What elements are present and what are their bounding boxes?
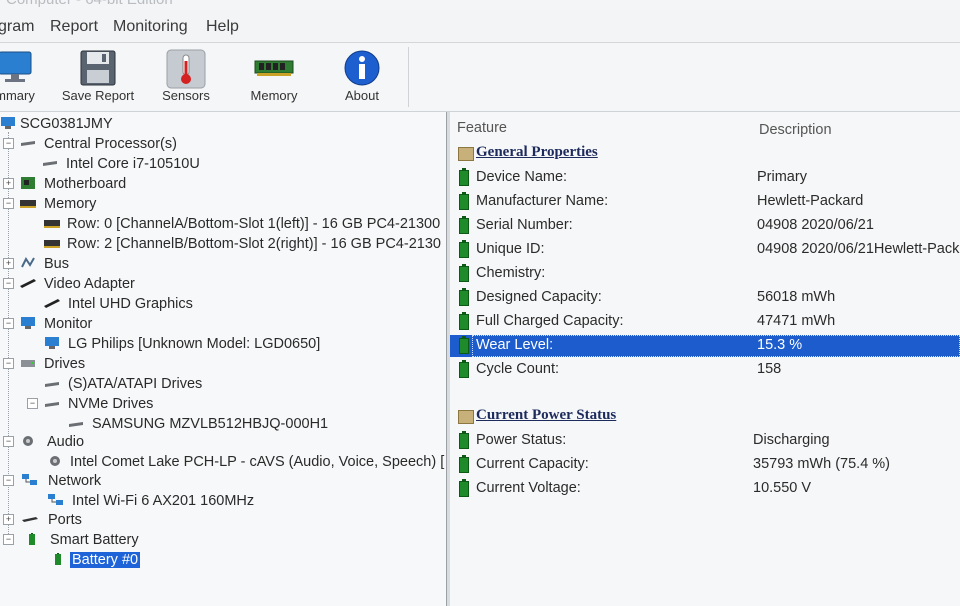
section-general-properties: General Properties: [450, 143, 960, 165]
battery-icon: [459, 288, 469, 306]
collapse-icon[interactable]: −: [27, 398, 38, 409]
battery-icon: [459, 240, 469, 258]
save-report-label: Save Report: [61, 88, 135, 103]
section-current-power-status: Current Power Status: [450, 406, 960, 428]
menu-monitoring[interactable]: Monitoring: [113, 18, 188, 36]
collapse-icon[interactable]: −: [3, 475, 14, 486]
detail-row-current-capacity[interactable]: Current Capacity: 35793 mWh (75.4 %): [450, 454, 960, 476]
battery-icon: [459, 360, 469, 378]
bus-icon: [21, 257, 35, 268]
drive-icon: [45, 382, 59, 387]
monitor-icon: [0, 51, 32, 82]
collapse-icon[interactable]: −: [3, 278, 14, 289]
detail-row-current-voltage[interactable]: Current Voltage: 10.550 V: [450, 478, 960, 500]
sensors-button[interactable]: Sensors: [141, 47, 231, 109]
save-report-button[interactable]: Save Report: [53, 47, 143, 109]
network-icon: [48, 494, 63, 505]
drive-icon: [21, 360, 35, 367]
expand-icon[interactable]: +: [3, 178, 14, 189]
monitor-icon: [21, 317, 35, 329]
detail-row-chemistry[interactable]: Chemistry:: [450, 263, 960, 285]
battery-icon: [459, 312, 469, 330]
motherboard-icon: [21, 177, 35, 189]
collapse-icon[interactable]: −: [3, 436, 14, 447]
memory-module-icon: [20, 200, 36, 208]
expand-icon[interactable]: +: [3, 258, 14, 269]
collapse-icon[interactable]: −: [3, 534, 14, 545]
detail-row-full-charged-capacity[interactable]: Full Charged Capacity: 47471 mWh: [450, 311, 960, 333]
drive-icon: [69, 422, 83, 427]
collapse-icon[interactable]: −: [3, 318, 14, 329]
summary-label: mmary: [0, 88, 35, 103]
battery-icon: [459, 192, 469, 210]
cpu-icon: [21, 141, 35, 146]
memory-button[interactable]: Memory: [229, 47, 319, 109]
battery-icon: [459, 168, 469, 186]
video-card-icon: [44, 299, 60, 308]
about-button[interactable]: About: [317, 47, 407, 109]
thermometer-icon: [166, 49, 206, 89]
toolbar: mmary Save Report Sensors Memory About: [0, 43, 960, 112]
detail-row-wear-level[interactable]: Wear Level: 15.3 %: [450, 335, 960, 357]
about-label: About: [345, 88, 379, 103]
floppy-disk-icon: [80, 50, 116, 86]
detail-row-unique-id[interactable]: Unique ID: 04908 2020/06/21Hewlett-Pack: [450, 239, 960, 261]
sensors-label: Sensors: [162, 88, 210, 103]
info-icon: [344, 50, 380, 86]
memory-label: Memory: [250, 88, 298, 103]
memory-module-icon: [254, 60, 294, 76]
battery-icon: [459, 216, 469, 234]
menu-report[interactable]: Report: [50, 18, 98, 36]
expand-icon[interactable]: +: [3, 514, 14, 525]
speaker-icon: [23, 436, 33, 446]
speaker-icon: [50, 456, 60, 466]
device-tree[interactable]: SCG0381JMY − Central Processor(s) Intel …: [0, 112, 446, 606]
title-bar: Computer - 64-bit Edition: [0, 0, 960, 10]
computer-icon: [1, 117, 15, 129]
detail-row-power-status[interactable]: Power Status: Discharging: [450, 430, 960, 452]
monitor-icon: [45, 337, 59, 349]
column-header-description[interactable]: Description: [759, 122, 832, 138]
menu-bar: gram Report Monitoring Help: [0, 10, 960, 43]
network-icon: [22, 474, 37, 485]
column-header-feature[interactable]: Feature: [457, 120, 507, 136]
detail-row-designed-capacity[interactable]: Designed Capacity: 56018 mWh: [450, 287, 960, 309]
battery-icon: [459, 336, 469, 354]
detail-row-serial-number[interactable]: Serial Number: 04908 2020/06/21: [450, 215, 960, 237]
memory-module-icon: [44, 240, 60, 248]
selected-node-label: Battery #0: [70, 552, 141, 568]
summary-button[interactable]: mmary: [0, 47, 60, 109]
detail-row-manufacturer[interactable]: Manufacturer Name: Hewlett-Packard: [450, 191, 960, 213]
battery-icon: [459, 479, 469, 497]
collapse-icon[interactable]: −: [3, 138, 14, 149]
detail-row-device-name[interactable]: Device Name: Primary: [450, 167, 960, 189]
battery-icon: [459, 431, 469, 449]
collapse-icon[interactable]: −: [3, 358, 14, 369]
section-icon: [458, 410, 474, 424]
cpu-chip-icon: [43, 161, 57, 166]
menu-help[interactable]: Help: [206, 18, 239, 36]
toolbar-separator: [408, 47, 409, 107]
battery-icon: [459, 455, 469, 473]
window-title: Computer - 64-bit Edition: [6, 0, 173, 8]
section-icon: [458, 147, 474, 161]
battery-icon: [55, 553, 61, 565]
battery-icon: [459, 264, 469, 282]
port-icon: [22, 517, 38, 522]
collapse-icon[interactable]: −: [3, 198, 14, 209]
detail-row-cycle-count[interactable]: Cycle Count: 158: [450, 359, 960, 381]
menu-program[interactable]: gram: [0, 18, 34, 36]
video-card-icon: [20, 279, 36, 288]
memory-module-icon: [44, 220, 60, 228]
battery-icon: [29, 533, 35, 545]
drive-icon: [45, 402, 59, 407]
details-pane: Feature Description General Properties D…: [450, 112, 960, 606]
